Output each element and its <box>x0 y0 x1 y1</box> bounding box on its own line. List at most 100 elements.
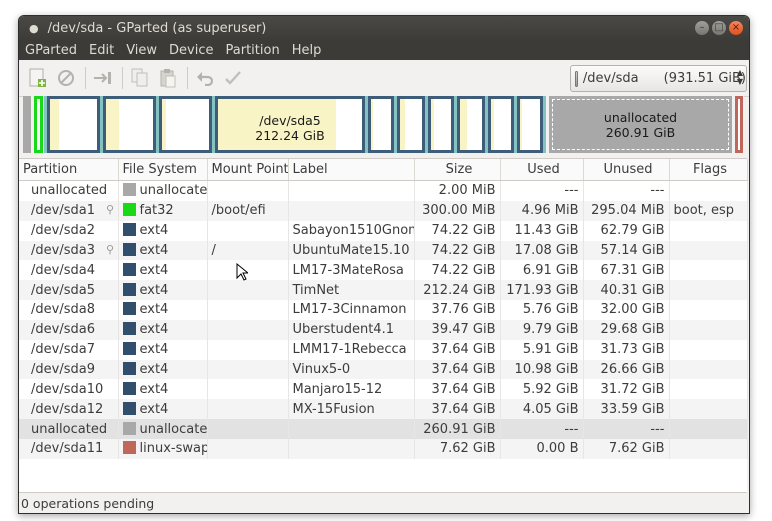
unused-cell: 31.73 GiB <box>583 339 670 360</box>
disk-map-unallocated-name: unallocated <box>603 110 678 125</box>
label-cell <box>288 200 415 221</box>
table-row[interactable]: /dev/sda10 ext4 Manjaro15-12 37.64 GiB 5.92 … <box>19 379 748 400</box>
partition-name: /dev/sda9 <box>31 362 95 378</box>
label-cell: UbuntuMate15.10 <box>288 240 415 261</box>
used-cell: 10.98 GiB <box>500 359 584 380</box>
column-header-partition[interactable]: Partition <box>19 159 119 181</box>
table-row[interactable]: /dev/sda11 linux-swap 7.62 GiB 0.00 B 7.62 G… <box>19 438 748 459</box>
unused-cell: 29.68 GiB <box>583 319 670 340</box>
table-row[interactable]: /dev/sda7 ext4 LMM17-1Rebecca 37.64 GiB 5.91… <box>19 339 748 360</box>
table-row[interactable]: /dev/sda6 ext4 Uberstudent4.1 39.47 GiB 9.79… <box>19 319 748 340</box>
disk-map-partition-sda1[interactable] <box>34 96 43 153</box>
disk-map-partition-sda12[interactable] <box>517 96 543 153</box>
column-header-file-system[interactable]: File System <box>118 159 208 181</box>
disk-map-partition-sda8[interactable] <box>368 96 394 153</box>
disk-map-unallocated-small[interactable] <box>23 96 31 153</box>
flags-cell <box>669 319 748 340</box>
size-cell: 7.62 GiB <box>414 438 501 459</box>
disk-map-unallocated-label: unallocated 260.91 GiB <box>551 110 730 140</box>
column-header-mount-point[interactable]: Mount Point <box>207 159 289 181</box>
column-header-unused[interactable]: Unused <box>583 159 670 181</box>
partition-name: unallocated <box>31 421 108 437</box>
size-cell: 74.22 GiB <box>414 240 501 261</box>
disk-map-unallocated-size: 260.91 GiB <box>605 125 676 140</box>
disk-map-partition-sda7[interactable] <box>428 96 454 153</box>
partition-cell: /dev/sda6 <box>19 319 119 340</box>
table-row[interactable]: unallocatedunallocated260.91 GiB------ <box>19 419 748 439</box>
partition-table: Partition File System Mount Point Label … <box>19 158 748 494</box>
delete-icon[interactable] <box>55 67 77 89</box>
mount-point-cell <box>207 319 289 340</box>
filesystem-name: ext4 <box>139 322 169 338</box>
table-row[interactable]: /dev/sda5 ext4 TimNet 212.24 GiB 171.93 GiB 4… <box>19 280 748 301</box>
disk-map-selected-size: 212.24 GiB <box>255 128 325 143</box>
window-menu-icon[interactable]: ● <box>29 22 39 35</box>
label-cell: Uberstudent4.1 <box>288 319 415 340</box>
paste-icon[interactable] <box>157 67 179 89</box>
apply-icon[interactable] <box>222 67 244 89</box>
table-row[interactable]: /dev/sda4 ext4 LM17-3MateRosa 74.22 GiB 6.91… <box>19 260 748 281</box>
filesystem-color-swatch <box>122 223 136 237</box>
menu-edit[interactable]: Edit <box>83 43 120 58</box>
disk-map-unallocated-large[interactable]: unallocated 260.91 GiB <box>549 96 732 153</box>
size-cell: 37.64 GiB <box>414 399 501 420</box>
resize-move-icon[interactable] <box>92 67 114 89</box>
device-name: /dev/sda <box>582 71 639 86</box>
label-cell: MX-15Fusion <box>288 399 415 420</box>
unused-cell: 67.31 GiB <box>583 260 670 281</box>
column-header-label[interactable]: Label <box>288 159 415 181</box>
menu-gparted[interactable]: GParted <box>19 43 83 58</box>
size-cell: 74.22 GiB <box>414 220 501 241</box>
size-cell: 300.00 MiB <box>414 200 501 221</box>
mount-point-cell: / <box>207 240 289 261</box>
close-icon[interactable]: × <box>729 21 743 35</box>
column-header-flags[interactable]: Flags <box>669 159 748 181</box>
disk-map-partition-sda3[interactable] <box>103 96 156 153</box>
table-row[interactable]: /dev/sda2 ext4 Sabayon1510Gnome74.22 GiB11… <box>19 220 748 241</box>
menu-view[interactable]: View <box>120 43 163 58</box>
size-cell: 37.64 GiB <box>414 359 501 380</box>
maximize-icon[interactable]: □ <box>712 21 726 35</box>
table-row[interactable]: ⚲ /dev/sda1 fat32/boot/efi 300.00 MiB 4.96 M… <box>19 200 748 221</box>
column-header-size[interactable]: Size <box>414 159 501 181</box>
title-bar[interactable]: ● /dev/sda - GParted (as superuser) – □ … <box>19 16 749 41</box>
disk-map-partition-sda2[interactable] <box>47 96 100 153</box>
table-row[interactable]: unallocatedunallocated2.00 MiB------ <box>19 180 748 201</box>
unused-cell: 7.62 GiB <box>583 438 670 459</box>
partition-name: /dev/sda8 <box>31 302 95 318</box>
disk-map-partition-sda4[interactable] <box>159 96 212 153</box>
hard-disk-icon <box>575 70 578 87</box>
flags-cell <box>669 438 748 459</box>
label-cell: Vinux5-0 <box>288 359 415 380</box>
undo-icon[interactable] <box>194 67 216 89</box>
disk-map-partition-sda10[interactable] <box>488 96 514 153</box>
menu-device[interactable]: Device <box>163 43 219 58</box>
filesystem-cell: unallocated <box>118 180 208 201</box>
table-row[interactable]: ⚲ /dev/sda3 ext4 /UbuntuMate15.10 74.22 GiB 1… <box>19 240 748 261</box>
menu-partition[interactable]: Partition <box>220 43 286 58</box>
used-cell: --- <box>500 180 584 201</box>
disk-map-partition-sda5[interactable]: /dev/sda5 212.24 GiB <box>215 96 365 153</box>
table-row[interactable]: /dev/sda9 ext4 Vinux5-0 37.64 GiB 10.98 GiB 2… <box>19 359 748 380</box>
copy-icon[interactable] <box>129 67 151 89</box>
mount-point-cell <box>207 399 289 420</box>
device-selector[interactable]: /dev/sda (931.51 GiB) ▲ ▼ <box>570 65 747 92</box>
table-row[interactable]: /dev/sda12 ext4 MX-15Fusion 37.64 GiB 4.05 G… <box>19 399 748 420</box>
status-bar: 0 operations pending <box>19 492 747 513</box>
used-cell: 5.91 GiB <box>500 339 584 360</box>
used-cell: 17.08 GiB <box>500 240 584 261</box>
table-row[interactable]: /dev/sda8 ext4 LM17-3Cinnamon 37.76 GiB 5.76… <box>19 300 748 320</box>
disk-map-partition-sda6[interactable] <box>397 96 425 153</box>
minimize-icon[interactable]: – <box>695 21 709 35</box>
menu-help[interactable]: Help <box>286 43 328 58</box>
disk-map-partition-sda9[interactable] <box>457 96 485 153</box>
partition-name: /dev/sda3 <box>31 242 95 258</box>
unused-cell: 26.66 GiB <box>583 359 670 380</box>
disk-map-partition-sda11[interactable] <box>735 96 743 153</box>
column-header-used[interactable]: Used <box>500 159 584 181</box>
new-partition-icon[interactable] <box>27 67 49 89</box>
unused-cell: 62.79 GiB <box>583 220 670 241</box>
toolbar-separator <box>187 67 188 89</box>
label-cell <box>288 419 415 439</box>
filesystem-cell: ext4 <box>118 399 208 420</box>
